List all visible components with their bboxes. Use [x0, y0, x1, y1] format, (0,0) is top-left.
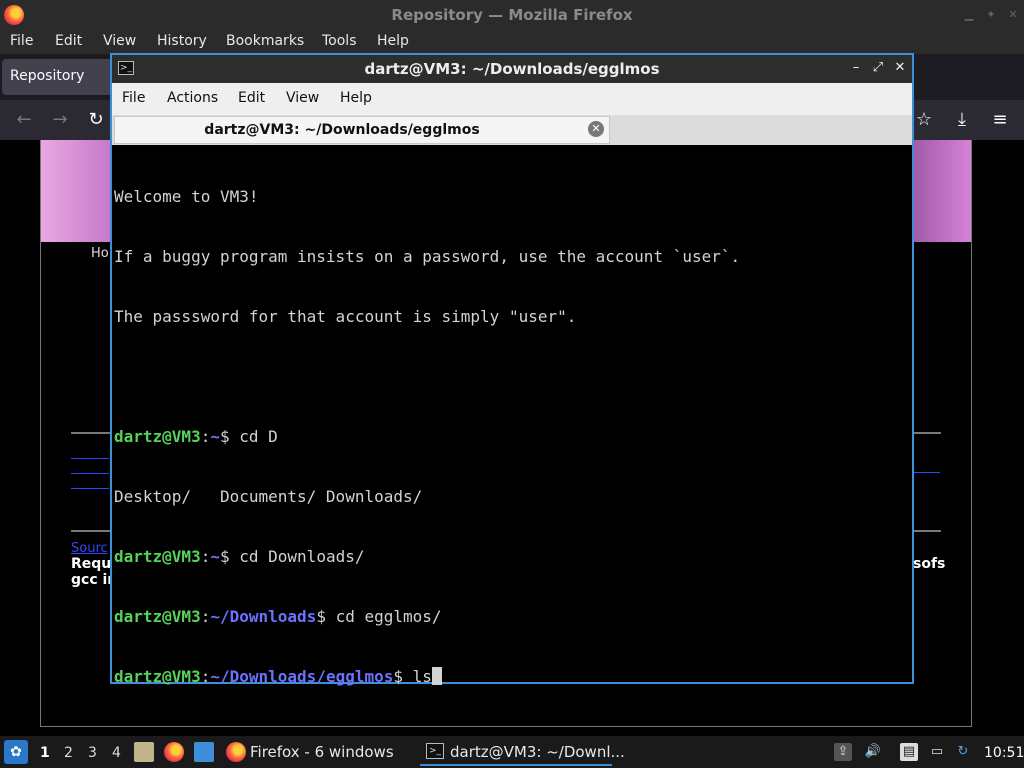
menu-help[interactable]: Help	[377, 33, 409, 49]
clock[interactable]: 10:51	[984, 745, 1024, 761]
terminal-menu-file[interactable]: File	[122, 90, 145, 106]
firefox-tab[interactable]: Repository	[2, 59, 112, 95]
prompt-command: $ cd Downloads/	[219, 547, 365, 566]
terminal-line: Desktop/ Documents/ Downloads/	[114, 487, 423, 506]
maximize-icon[interactable]: ✦	[984, 8, 998, 22]
prompt-user: dartz@VM3	[114, 427, 201, 446]
terminal-prompt-line: dartz@VM3:~$ cd D	[114, 427, 278, 446]
task-terminal[interactable]: >_ dartz@VM3: ~/Downl...	[424, 738, 625, 766]
terminal-menu-help[interactable]: Help	[340, 90, 372, 106]
terminal-menu-edit[interactable]: Edit	[238, 90, 265, 106]
prompt-user: dartz@VM3	[114, 547, 201, 566]
prompt-path: ~/Downloads/egglmos	[210, 667, 394, 686]
page-link-right[interactable]	[914, 458, 940, 473]
prompt-path: ~	[210, 547, 220, 566]
firefox-tab-label: Repository	[10, 68, 85, 84]
terminal-line: If a buggy program insists on a password…	[114, 247, 741, 266]
notes-icon[interactable]: ▤	[900, 743, 918, 761]
workspace-4[interactable]: 4	[112, 745, 121, 761]
text-cursor	[431, 667, 442, 685]
close-icon[interactable]: ✕	[1006, 8, 1020, 22]
menu-history[interactable]: History	[157, 33, 207, 49]
task-terminal-label: dartz@VM3: ~/Downl...	[450, 743, 625, 761]
start-menu-icon[interactable]: ✿	[4, 740, 28, 764]
firefox-titlebar[interactable]: Repository — Mozilla Firefox	[0, 0, 1024, 30]
update-icon[interactable]: ↻	[954, 743, 972, 761]
prompt-path: ~/Downloads	[210, 607, 317, 626]
workspace-1[interactable]: 1	[40, 745, 50, 761]
menu-view[interactable]: View	[103, 33, 136, 49]
terminal-output[interactable]: Welcome to VM3! If a buggy program insis…	[114, 147, 910, 686]
terminal-menu-actions[interactable]: Actions	[167, 90, 218, 106]
terminal-tab-label: dartz@VM3: ~/Downloads/egglmos	[204, 122, 480, 138]
workspace-2[interactable]: 2	[64, 745, 73, 761]
back-icon[interactable]: ←	[14, 110, 34, 130]
page-partial-text: sofs	[913, 556, 946, 572]
terminal-minimize-icon[interactable]: –	[848, 60, 864, 76]
firefox-logo-icon	[4, 5, 24, 25]
firefox-menubar: File Edit View History Bookmarks Tools H…	[0, 30, 1024, 54]
app-menu-icon[interactable]: ≡	[990, 110, 1010, 130]
firefox-icon	[226, 742, 246, 762]
firefox-launcher-icon[interactable]	[164, 742, 184, 762]
terminal-window[interactable]: >_ dartz@VM3: ~/Downloads/egglmos – ⤢ ✕ …	[110, 53, 914, 686]
forward-icon[interactable]: →	[50, 110, 70, 130]
workspace-3[interactable]: 3	[88, 745, 97, 761]
desktop-icon[interactable]	[194, 742, 214, 762]
volume-icon[interactable]: 🔊	[864, 743, 882, 761]
download-icon[interactable]: ⤓	[952, 110, 972, 130]
page-link-cluster-left[interactable]	[71, 442, 111, 489]
menu-bookmarks[interactable]: Bookmarks	[226, 33, 304, 49]
clipboard-icon[interactable]: ⇪	[834, 743, 852, 761]
terminal-titlebar[interactable]: >_ dartz@VM3: ~/Downloads/egglmos – ⤢ ✕	[112, 55, 912, 83]
reload-icon[interactable]: ↻	[86, 110, 106, 130]
terminal-tab[interactable]: dartz@VM3: ~/Downloads/egglmos ✕	[114, 116, 610, 144]
terminal-window-title: dartz@VM3: ~/Downloads/egglmos	[364, 60, 660, 78]
active-task-indicator	[420, 764, 612, 766]
terminal-menu-view[interactable]: View	[286, 90, 319, 106]
terminal-prompt-line: dartz@VM3:~$ cd Downloads/	[114, 547, 365, 566]
firefox-window-title: Repository — Mozilla Firefox	[391, 6, 633, 24]
menu-file[interactable]: File	[10, 33, 33, 49]
bookmark-star-icon[interactable]: ☆	[914, 110, 934, 130]
prompt-path: ~	[210, 427, 220, 446]
terminal-maximize-icon[interactable]: ⤢	[870, 60, 886, 76]
minimize-icon[interactable]: ▁	[962, 8, 976, 22]
menu-edit[interactable]: Edit	[55, 33, 82, 49]
prompt-user: dartz@VM3	[114, 667, 201, 686]
terminal-prompt-line: dartz@VM3:~/Downloads$ cd egglmos/	[114, 607, 442, 626]
terminal-line: Welcome to VM3!	[114, 187, 259, 206]
task-firefox-label: Firefox - 6 windows	[250, 743, 394, 761]
page-source-link[interactable]: Sourc	[71, 541, 108, 556]
prompt-user: dartz@VM3	[114, 607, 201, 626]
terminal-line: The passsword for that account is simply…	[114, 307, 577, 326]
page-partial-text: Ho	[91, 246, 109, 261]
task-firefox[interactable]: Firefox - 6 windows	[224, 738, 414, 766]
prompt-command: $ cd D	[219, 427, 278, 446]
terminal-menubar: File Actions Edit View Help	[112, 83, 912, 115]
menu-tools[interactable]: Tools	[322, 33, 357, 49]
terminal-icon: >_	[426, 743, 444, 759]
prompt-command: $ ls	[393, 667, 432, 686]
tab-close-icon[interactable]: ✕	[588, 121, 604, 137]
network-icon[interactable]: ▭	[928, 743, 946, 761]
file-manager-icon[interactable]	[134, 742, 154, 762]
terminal-prompt-line: dartz@VM3:~/Downloads/egglmos$ ls	[114, 667, 910, 687]
terminal-close-icon[interactable]: ✕	[892, 60, 908, 76]
prompt-command: $ cd egglmos/	[316, 607, 442, 626]
